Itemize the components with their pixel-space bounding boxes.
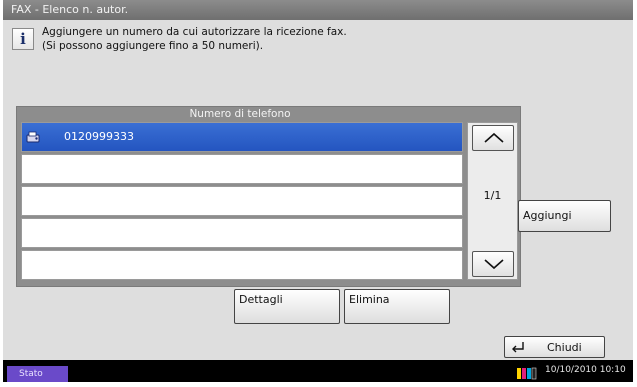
status-bar [3,360,633,375]
toner-level-icon [517,367,537,380]
list-row-4[interactable] [21,218,463,248]
close-button[interactable]: Chiudi [504,336,605,358]
window-title: FAX - Elenco n. autor. [3,0,633,20]
fax-number-icon [26,131,40,143]
scroll-up-button[interactable] [472,125,514,151]
status-badge[interactable]: Stato [7,366,68,382]
scroll-column: 1/1 [467,122,518,280]
chevron-down-icon [484,259,504,270]
close-button-label: Chiudi [547,341,582,354]
message-line-1: Aggiungere un numero da cui autorizzare … [42,26,347,38]
list-row-5[interactable] [21,250,463,280]
list-header: Numero di telefono [189,108,291,120]
return-arrow-icon [512,342,524,353]
list-row-1[interactable]: 0120999333 [21,122,463,152]
list-row-3[interactable] [21,186,463,216]
add-button[interactable]: Aggiungi [518,200,611,232]
page-indicator: 1/1 [483,189,502,202]
datetime: 10/10/2010 10:10 [545,365,626,375]
list-rows: 0120999333 [21,122,463,280]
list-row-number: 0120999333 [64,130,134,143]
scroll-down-button[interactable] [472,251,514,277]
info-icon: i [12,28,34,50]
details-button[interactable]: Dettagli [234,289,340,324]
delete-button[interactable]: Elimina [344,289,450,324]
message-line-2: (Si possono aggiungere fino a 50 numeri)… [42,40,264,52]
list-row-2[interactable] [21,154,463,184]
chevron-up-icon [484,132,504,143]
phone-number-list: Numero di telefono 0120999333 1/1 [16,106,521,287]
